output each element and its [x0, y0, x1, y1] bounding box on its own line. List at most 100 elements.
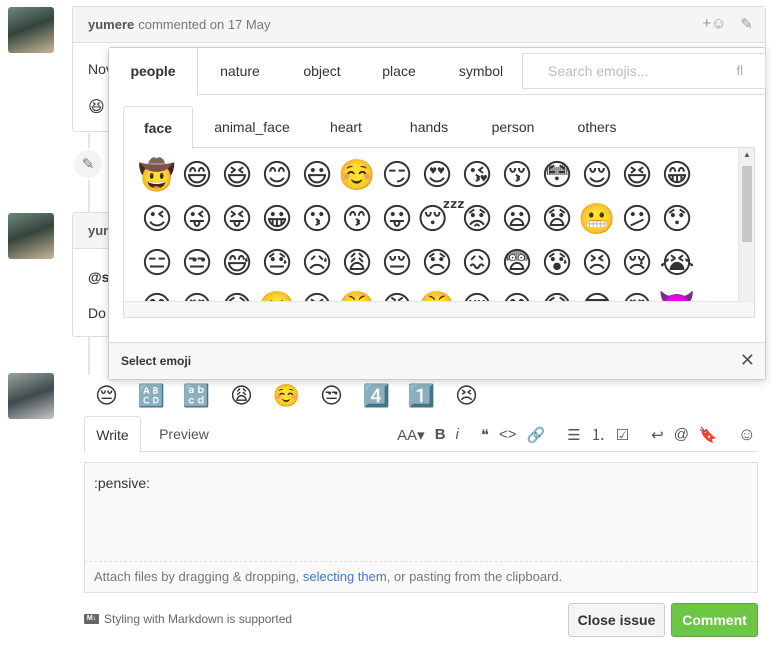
- reply-icon[interactable]: ↩: [651, 426, 664, 444]
- edit-pencil-icon[interactable]: ✎: [740, 15, 753, 33]
- tab-nature[interactable]: nature: [199, 48, 281, 95]
- emoji-option[interactable]: 😧: [537, 200, 577, 240]
- emoji-option[interactable]: 😏: [377, 156, 417, 196]
- bullet-list-icon[interactable]: ☰: [567, 426, 580, 444]
- emoji-suggestion[interactable]: 🔠: [129, 382, 174, 410]
- avatar[interactable]: [8, 373, 54, 419]
- emoji-option[interactable]: ☺️: [337, 156, 377, 196]
- avatar[interactable]: [8, 7, 54, 53]
- smiley-icon[interactable]: ☺: [738, 424, 756, 445]
- add-reaction-icon[interactable]: +☺: [702, 15, 726, 33]
- avatar[interactable]: [8, 213, 54, 259]
- tab-symbol[interactable]: symbol: [435, 48, 527, 95]
- task-list-icon[interactable]: ☑: [616, 426, 629, 444]
- quote-icon[interactable]: ❝: [481, 426, 489, 444]
- horizontal-scrollbar[interactable]: [124, 301, 754, 317]
- emoji-option[interactable]: 😝: [217, 200, 257, 240]
- attach-files-bar[interactable]: Attach files by dragging & dropping, sel…: [84, 562, 758, 593]
- emoji-option[interactable]: 😞: [417, 244, 457, 284]
- mention-text[interactable]: @s: [88, 269, 109, 285]
- comment-button[interactable]: Comment: [671, 603, 758, 637]
- bookmark-icon[interactable]: 🔖: [699, 426, 718, 444]
- comment-author[interactable]: yumere: [88, 17, 134, 32]
- emoji-option[interactable]: 😜: [177, 200, 217, 240]
- emoji-suggestion[interactable]: 😣: [444, 382, 489, 410]
- emoji-option[interactable]: 😰: [537, 244, 577, 284]
- emoji-search-input[interactable]: Search emojis... fl: [522, 53, 766, 89]
- subtab-heart[interactable]: heart: [311, 106, 381, 148]
- emoji-suggestions: 😔 🔠 🔡 😩 ☺️ 😒 4️⃣ 1️⃣ 😣: [84, 382, 489, 410]
- emoji-option[interactable]: 😃: [297, 156, 337, 196]
- emoji-option[interactable]: 😌: [577, 156, 617, 196]
- emoji-option[interactable]: 😅: [217, 244, 257, 284]
- emoji-suggestion[interactable]: 😔: [84, 382, 129, 410]
- emoji-option[interactable]: 😣: [577, 244, 617, 284]
- scroll-thumb[interactable]: [742, 166, 752, 242]
- mention-icon[interactable]: @: [674, 426, 689, 443]
- emoji-option[interactable]: 😕: [617, 200, 657, 240]
- tab-people[interactable]: people: [109, 48, 198, 96]
- emoji-suggestion[interactable]: ☺️: [264, 382, 309, 410]
- close-issue-button[interactable]: Close issue: [568, 603, 665, 637]
- emoji-option[interactable]: 😆: [217, 156, 257, 196]
- code-icon[interactable]: <>: [499, 426, 517, 443]
- emoji-suggestion[interactable]: 😩: [219, 382, 264, 410]
- emoji-option[interactable]: 😨: [497, 244, 537, 284]
- vertical-scrollbar[interactable]: ▲ ▼: [738, 148, 754, 316]
- edit-event-badge: ✎: [72, 148, 104, 180]
- tab-place[interactable]: place: [363, 48, 435, 95]
- emoji-option[interactable]: 😔: [377, 244, 417, 284]
- emoji-option[interactable]: 😳: [537, 156, 577, 196]
- emoji-option[interactable]: 😊: [257, 156, 297, 196]
- emoji-option[interactable]: 🤠: [137, 156, 177, 196]
- emoji-suggestion[interactable]: 1️⃣: [399, 382, 444, 410]
- subtab-animal-face[interactable]: animal_face: [201, 106, 303, 148]
- emoji-option[interactable]: 😍: [417, 156, 457, 196]
- link-icon[interactable]: 🔗: [527, 426, 546, 444]
- subtab-hands[interactable]: hands: [389, 106, 469, 148]
- bold-icon[interactable]: B: [435, 426, 446, 443]
- subtab-face[interactable]: face: [123, 106, 193, 149]
- emoji-option[interactable]: 😟: [457, 200, 497, 240]
- emoji-option[interactable]: 😒: [177, 244, 217, 284]
- comment-textarea[interactable]: [84, 462, 758, 562]
- select-files-link[interactable]: selecting them: [303, 569, 387, 584]
- emoji-option[interactable]: 😗: [297, 200, 337, 240]
- subtab-others[interactable]: others: [557, 106, 637, 148]
- emoji-option[interactable]: 😭: [657, 244, 697, 284]
- emoji-option[interactable]: 😴: [417, 200, 465, 240]
- emoji-option[interactable]: 😀: [257, 200, 297, 240]
- scroll-up-icon[interactable]: ▲: [739, 150, 754, 159]
- emoji-option[interactable]: 😄: [177, 156, 217, 196]
- emoji-option[interactable]: 😛: [377, 200, 417, 240]
- emoji-option[interactable]: 😚: [497, 156, 537, 196]
- tab-write[interactable]: Write: [84, 416, 141, 453]
- tab-object[interactable]: object: [281, 48, 363, 95]
- emoji-option[interactable]: 😆: [617, 156, 657, 196]
- emoji-option[interactable]: 😙: [337, 200, 377, 240]
- close-icon[interactable]: ✕: [740, 350, 755, 371]
- emoji-option[interactable]: 😩: [337, 244, 377, 284]
- emoji-option[interactable]: 😑: [137, 244, 177, 284]
- tab-preview[interactable]: Preview: [146, 416, 222, 453]
- numbered-list-icon[interactable]: ⒈: [591, 424, 606, 445]
- emoji-option[interactable]: 😦: [497, 200, 537, 240]
- comment-timestamp[interactable]: commented on 17 May: [138, 17, 270, 32]
- italic-icon[interactable]: i: [456, 426, 459, 443]
- subtab-person[interactable]: person: [473, 106, 553, 148]
- emoji-picker-footer: Select emoji ✕: [109, 342, 765, 379]
- emoji-option[interactable]: 😯: [657, 200, 697, 240]
- emoji-option[interactable]: 😖: [457, 244, 497, 284]
- emoji-option[interactable]: 😥: [297, 244, 337, 284]
- emoji-option[interactable]: 😓: [257, 244, 297, 284]
- markdown-note[interactable]: M↓ Styling with Markdown is supported: [84, 612, 292, 626]
- emoji-suggestion[interactable]: 😒: [309, 382, 354, 410]
- emoji-option[interactable]: 😬: [577, 200, 617, 240]
- emoji-option[interactable]: 😘: [457, 156, 497, 196]
- emoji-suggestion[interactable]: 4️⃣: [354, 382, 399, 410]
- emoji-option[interactable]: 😢: [617, 244, 657, 284]
- emoji-suggestion[interactable]: 🔡: [174, 382, 219, 410]
- text-size-icon[interactable]: AA▾: [397, 426, 425, 444]
- emoji-option[interactable]: 😁: [657, 156, 697, 196]
- emoji-option[interactable]: 😉: [137, 200, 177, 240]
